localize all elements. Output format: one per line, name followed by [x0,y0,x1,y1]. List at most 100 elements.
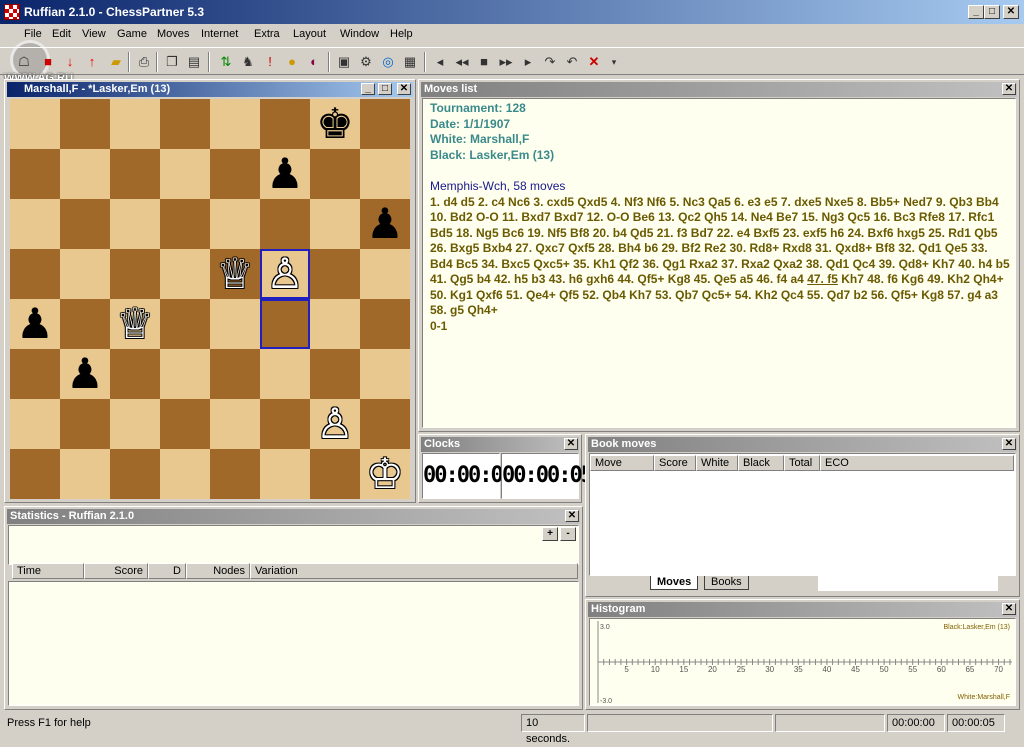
book-col-move[interactable]: Move [590,455,654,471]
menu-game[interactable]: Game [117,28,147,40]
square-d3[interactable] [160,349,210,399]
save-icon[interactable]: ■ [38,52,58,72]
white-pawn-g2[interactable]: ♙ [310,399,360,449]
statistics-table[interactable] [8,581,579,706]
square-h8[interactable] [360,99,410,149]
black-pawn-f7[interactable]: ♟ [260,149,310,199]
menu-view[interactable]: View [82,28,106,40]
square-h4[interactable] [360,299,410,349]
stats-col-score[interactable]: Score [84,563,148,579]
white-queen-c4[interactable]: ♕ [110,299,160,349]
menu-file[interactable]: File [24,28,42,40]
square-g1[interactable] [310,449,360,499]
square-f1[interactable] [260,449,310,499]
black-pawn-a4[interactable]: ♟ [10,299,60,349]
square-a8[interactable] [10,99,60,149]
tab-moves[interactable]: Moves [650,576,699,590]
square-e8[interactable] [210,99,260,149]
toolbar-dropdown-icon[interactable]: ▾ [604,52,624,72]
first-move-icon[interactable]: ◂ [430,52,450,72]
last-move-icon[interactable]: ▸ [518,52,538,72]
black-king-g8[interactable]: ♚ [310,99,360,149]
minimize-button[interactable]: _ [968,5,984,19]
book-col-total[interactable]: Total [784,455,820,471]
square-a3[interactable] [10,349,60,399]
square-d4[interactable] [160,299,210,349]
menu-window[interactable]: Window [340,28,379,40]
square-d1[interactable] [160,449,210,499]
paste-icon[interactable]: ▤ [184,52,204,72]
stats-col-time[interactable]: Time [12,563,84,579]
white-pawn-f5[interactable]: ♙ [260,249,310,299]
menu-internet[interactable]: Internet [201,28,238,40]
square-a1[interactable] [10,449,60,499]
square-a7[interactable] [10,149,60,199]
black-pawn-b3[interactable]: ♟ [60,349,110,399]
book-col-eco[interactable]: ECO [820,455,1014,471]
histogram-close-button[interactable]: ✕ [1002,603,1016,615]
black-pawn-h6[interactable]: ♟ [360,199,410,249]
square-g7[interactable] [310,149,360,199]
square-a5[interactable] [10,249,60,299]
square-b5[interactable] [60,249,110,299]
stats-col-depth[interactable]: D [148,563,186,579]
exclamation-icon[interactable]: ! [260,52,280,72]
square-h5[interactable] [360,249,410,299]
square-e2[interactable] [210,399,260,449]
square-c1[interactable] [110,449,160,499]
book-col-white[interactable]: White [696,455,738,471]
forward-fast-icon[interactable]: ▸▸ [496,52,516,72]
square-d6[interactable] [160,199,210,249]
board-close-button[interactable]: ✕ [397,83,411,95]
square-d2[interactable] [160,399,210,449]
square-b1[interactable] [60,449,110,499]
board-icon[interactable]: ▦ [400,52,420,72]
book-col-black[interactable]: Black [738,455,784,471]
square-e1[interactable] [210,449,260,499]
square-f6[interactable] [260,199,310,249]
move-text[interactable]: 1. d4 d5 2. c4 Nc6 3. cxd5 Qxd5 4. Nf3 N… [430,195,1010,319]
square-b8[interactable] [60,99,110,149]
square-a2[interactable] [10,399,60,449]
arrow-up-icon[interactable]: ↑ [82,52,102,72]
square-e6[interactable] [210,199,260,249]
menu-help[interactable]: Help [390,28,413,40]
square-f3[interactable] [260,349,310,399]
square-c6[interactable] [110,199,160,249]
square-e4[interactable] [210,299,260,349]
flip-board-icon[interactable]: ⇅ [216,52,236,72]
square-h3[interactable] [360,349,410,399]
close-button[interactable]: ✕ [1003,5,1019,19]
square-b4[interactable] [60,299,110,349]
stats-col-variation[interactable]: Variation [250,563,578,579]
copy-icon[interactable]: ❐ [162,52,182,72]
square-d8[interactable] [160,99,210,149]
square-g3[interactable] [310,349,360,399]
analysis-icon[interactable]: ◐ [304,52,324,72]
arrow-down-icon[interactable]: ↓ [60,52,80,72]
square-c8[interactable] [110,99,160,149]
moves-list-close-button[interactable]: ✕ [1002,83,1016,95]
square-c7[interactable] [110,149,160,199]
book-moves-table[interactable] [589,453,1016,576]
white-king-h1[interactable]: ♔ [360,449,410,499]
square-b2[interactable] [60,399,110,449]
maximize-button[interactable]: □ [984,5,1000,19]
hint-icon[interactable]: ● [282,52,302,72]
book-tab-scroll-area[interactable] [818,575,998,591]
white-queen-e5[interactable]: ♕ [210,249,260,299]
square-f8[interactable] [260,99,310,149]
square-e7[interactable] [210,149,260,199]
square-f2[interactable] [260,399,310,449]
square-a6[interactable] [10,199,60,249]
board-maximize-button[interactable]: □ [378,83,392,95]
menu-extra[interactable]: Extra [254,28,280,40]
square-b7[interactable] [60,149,110,199]
current-move[interactable]: 47. f5 [807,272,838,286]
square-g4[interactable] [310,299,360,349]
board-minimize-button[interactable]: _ [361,83,375,95]
tab-books[interactable]: Books [704,576,749,590]
square-g6[interactable] [310,199,360,249]
menu-edit[interactable]: Edit [52,28,71,40]
back-fast-icon[interactable]: ◂◂ [452,52,472,72]
